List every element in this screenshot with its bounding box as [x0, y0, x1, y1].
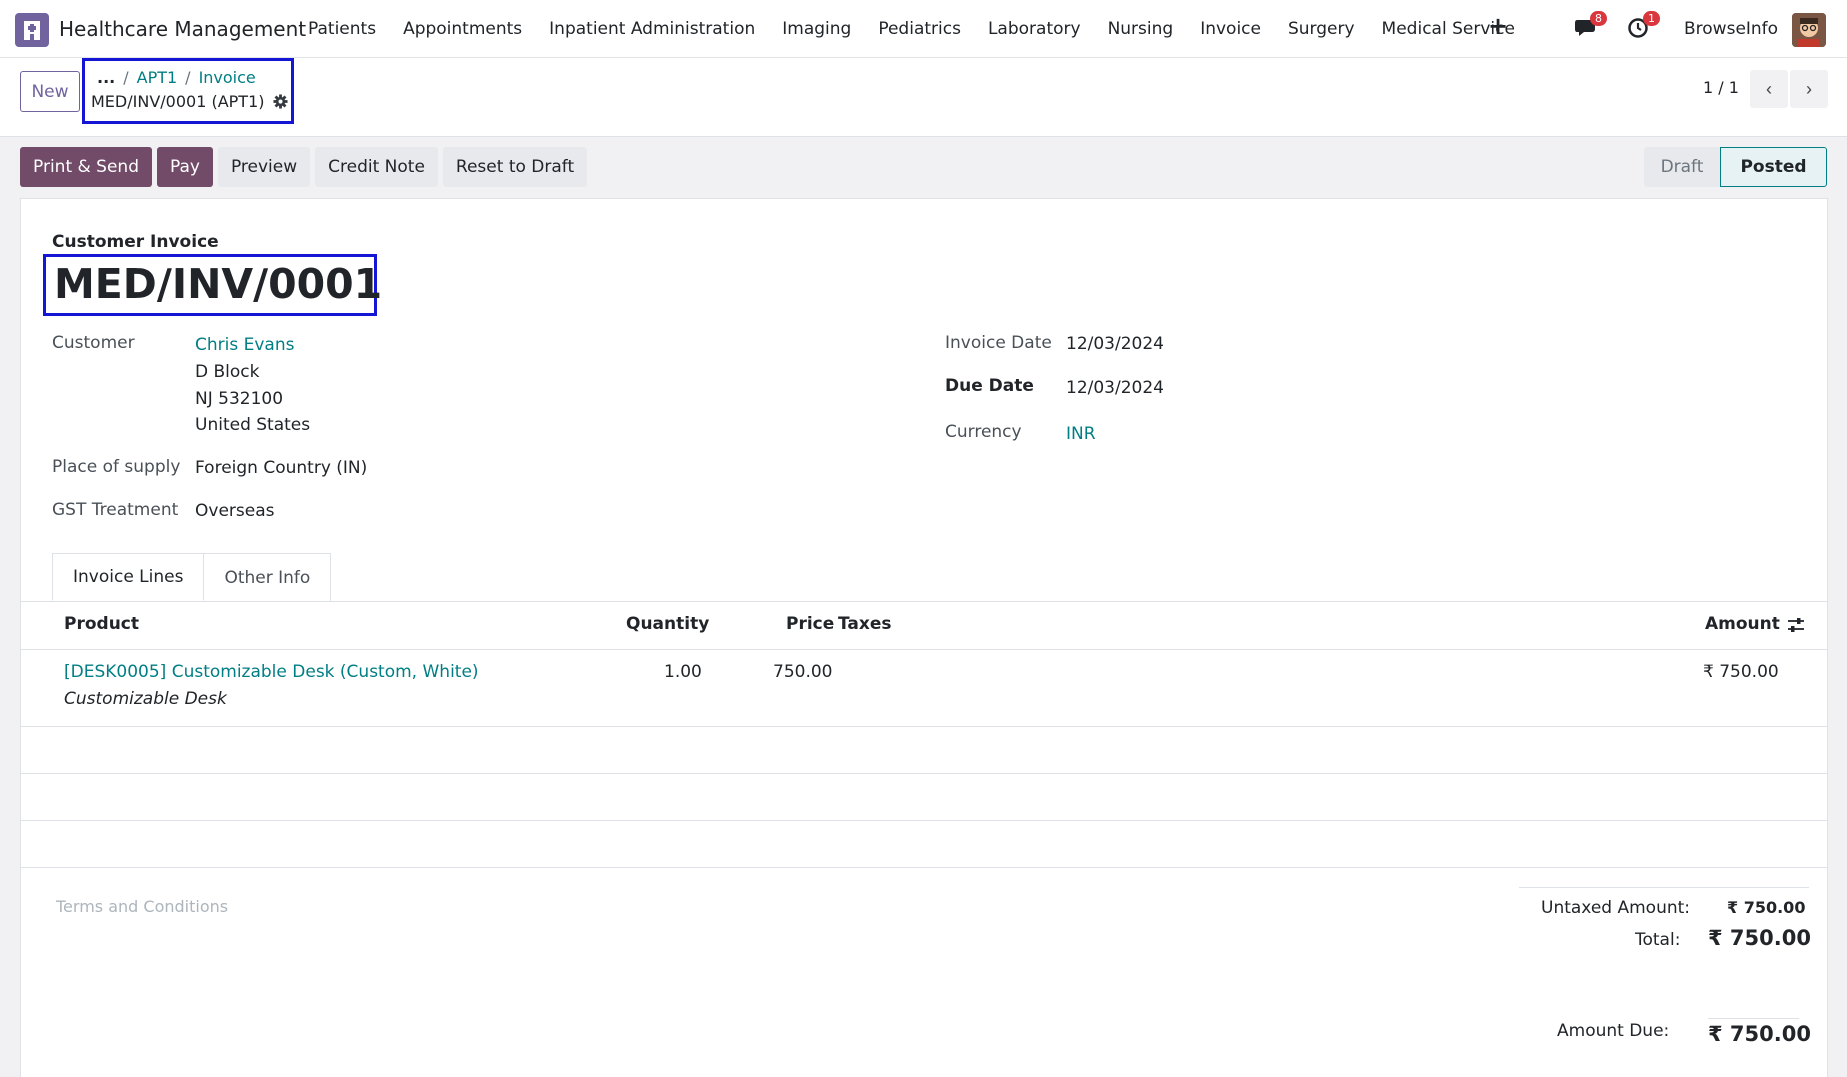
- menu-laboratory[interactable]: Laboratory: [988, 19, 1081, 39]
- top-navbar: Healthcare Management Patients Appointme…: [0, 0, 1847, 58]
- untaxed-amount-value: ₹ 750.00: [1727, 898, 1806, 917]
- amount-due-value: ₹ 750.00: [1708, 1022, 1811, 1046]
- untaxed-amount-label: Untaxed Amount:: [1541, 898, 1691, 918]
- record-title-text: MED/INV/0001 (APT1): [91, 92, 265, 111]
- column-taxes[interactable]: Taxes: [838, 614, 892, 634]
- total-value: ₹ 750.00: [1708, 926, 1811, 950]
- gst-treatment-value[interactable]: Overseas: [195, 501, 274, 521]
- due-date-value[interactable]: 12/03/2024: [1066, 378, 1164, 398]
- messages-button[interactable]: 8: [1574, 11, 1607, 44]
- chevron-right-icon: ›: [1806, 78, 1812, 99]
- new-button[interactable]: New: [20, 71, 80, 112]
- company-switcher[interactable]: BrowseInfo: [1684, 19, 1778, 39]
- user-avatar[interactable]: [1792, 13, 1826, 47]
- column-amount[interactable]: Amount: [1705, 614, 1780, 634]
- reset-to-draft-button[interactable]: Reset to Draft: [442, 147, 588, 187]
- plus-icon[interactable]: +: [1488, 12, 1508, 40]
- menu-surgery[interactable]: Surgery: [1288, 19, 1355, 39]
- line-quantity[interactable]: 1.00: [664, 662, 702, 682]
- currency-link[interactable]: INR: [1066, 424, 1096, 444]
- column-quantity[interactable]: Quantity: [626, 614, 709, 634]
- app-name[interactable]: Healthcare Management: [59, 17, 306, 41]
- menu-patients[interactable]: Patients: [308, 19, 376, 39]
- gear-icon[interactable]: [273, 94, 288, 109]
- amount-due-label: Amount Due:: [1557, 1021, 1670, 1041]
- terms-and-conditions-field[interactable]: Terms and Conditions: [56, 897, 228, 916]
- address-line-3: United States: [195, 415, 311, 435]
- invoice-date-label: Invoice Date: [945, 333, 1052, 353]
- pager-next-button[interactable]: ›: [1790, 70, 1828, 108]
- status-bar: Draft Posted: [1644, 147, 1827, 187]
- line-amount: ₹ 750.00: [1703, 662, 1779, 682]
- breadcrumb-trail: ... / APT1/Invoice: [97, 68, 256, 87]
- address-line-1: D Block: [195, 362, 260, 382]
- breadcrumb-apt1[interactable]: APT1: [137, 68, 178, 87]
- optional-columns-icon[interactable]: [1787, 617, 1805, 633]
- menu-invoice[interactable]: Invoice: [1200, 19, 1261, 39]
- address-line-2: NJ 532100: [195, 389, 284, 409]
- menu-pediatrics[interactable]: Pediatrics: [878, 19, 961, 39]
- column-product[interactable]: Product: [64, 614, 139, 634]
- print-send-button[interactable]: Print & Send: [20, 147, 152, 187]
- place-of-supply-label: Place of supply: [52, 457, 181, 477]
- pager-previous-button[interactable]: ‹: [1750, 70, 1788, 108]
- menu-inpatient-administration[interactable]: Inpatient Administration: [549, 19, 755, 39]
- status-draft[interactable]: Draft: [1644, 147, 1720, 187]
- invoice-number-box: MED/INV/0001: [43, 254, 382, 316]
- tab-invoice-lines[interactable]: Invoice Lines: [52, 553, 205, 601]
- activities-badge: 1: [1643, 11, 1660, 26]
- pager-value[interactable]: 1 / 1: [1703, 78, 1739, 97]
- document-type: Customer Invoice: [52, 232, 219, 252]
- column-price[interactable]: Price: [786, 614, 834, 634]
- credit-note-button[interactable]: Credit Note: [315, 147, 438, 187]
- invoice-form-sheet: Customer Invoice MED/INV/0001 Customer C…: [20, 198, 1828, 1077]
- customer-label: Customer: [52, 333, 135, 353]
- status-posted[interactable]: Posted: [1720, 147, 1827, 187]
- invoice-number: MED/INV/0001: [54, 260, 383, 308]
- breadcrumb: ... / APT1/Invoice MED/INV/0001 (APT1): [82, 58, 294, 124]
- line-product[interactable]: [DESK0005] Customizable Desk (Custom, Wh…: [64, 662, 479, 682]
- total-label: Total:: [1635, 930, 1681, 950]
- menu-appointments[interactable]: Appointments: [403, 19, 522, 39]
- gst-treatment-label: GST Treatment: [52, 500, 179, 520]
- preview-button[interactable]: Preview: [217, 147, 311, 187]
- tab-other-info[interactable]: Other Info: [204, 553, 332, 601]
- messages-badge: 8: [1590, 11, 1607, 26]
- record-title: MED/INV/0001 (APT1): [91, 92, 288, 111]
- action-bar: Print & Send Pay Preview Credit Note Res…: [20, 147, 588, 187]
- invoice-date-value[interactable]: 12/03/2024: [1066, 334, 1164, 354]
- notebook-tabs: Invoice Lines Other Info: [52, 553, 332, 601]
- menu-imaging[interactable]: Imaging: [782, 19, 851, 39]
- pay-button[interactable]: Pay: [156, 147, 213, 187]
- menu-nursing[interactable]: Nursing: [1108, 19, 1174, 39]
- activities-button[interactable]: 1: [1627, 11, 1660, 44]
- line-price[interactable]: 750.00: [773, 662, 832, 682]
- place-of-supply-value[interactable]: Foreign Country (IN): [195, 458, 367, 478]
- control-panel: New ... / APT1/Invoice MED/INV/0001 (APT1)…: [0, 58, 1847, 137]
- main-menu: Patients Appointments Inpatient Administ…: [308, 19, 1542, 39]
- customer-link[interactable]: Chris Evans: [195, 335, 294, 355]
- hospital-app-icon[interactable]: [15, 13, 49, 47]
- chevron-left-icon: ‹: [1766, 78, 1772, 99]
- currency-label: Currency: [945, 422, 1022, 442]
- breadcrumb-more[interactable]: ...: [97, 68, 115, 87]
- breadcrumb-invoice[interactable]: Invoice: [199, 68, 256, 87]
- due-date-label: Due Date: [945, 376, 1034, 396]
- line-description: Customizable Desk: [64, 689, 227, 709]
